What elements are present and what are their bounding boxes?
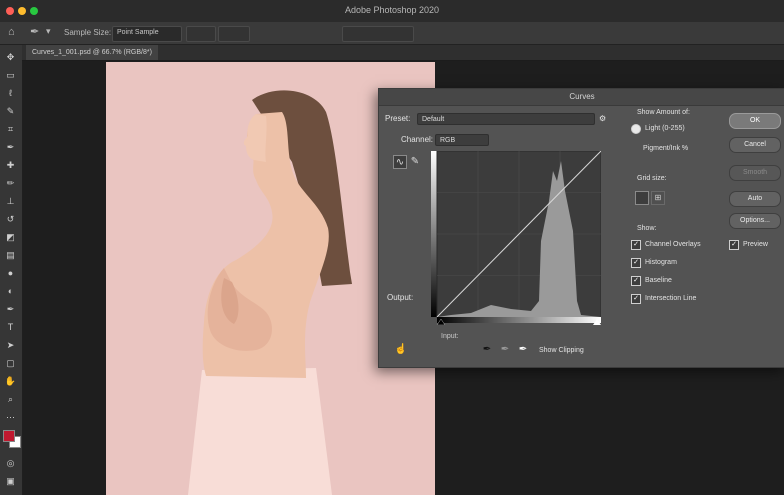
app-title: Adobe Photoshop 2020 [344, 5, 440, 15]
baseline-label: Baseline [645, 277, 672, 284]
black-point-eyedropper-icon[interactable]: ✒ [481, 343, 493, 355]
preset-label: Preset: [385, 114, 411, 123]
point-curve-icon[interactable]: ∿ [393, 155, 407, 169]
sample-size-select[interactable]: Point Sample [112, 26, 182, 42]
smooth-button[interactable]: Smooth [729, 165, 781, 181]
document-tab[interactable]: Curves_1_001.psd @ 66.7% (RGB/8*) [26, 45, 158, 60]
gradient-icon[interactable]: ▤ [4, 249, 17, 261]
quick-select-icon[interactable]: ✎ [4, 105, 17, 117]
intersection-line-row[interactable]: ✓ Intersection Line [631, 293, 696, 304]
channel-overlays-row[interactable]: ✓ Channel Overlays [631, 239, 701, 250]
history-brush-icon[interactable]: ↺ [4, 213, 17, 225]
baseline-row[interactable]: ✓ Baseline [631, 275, 672, 286]
show-label: Show: [637, 225, 657, 232]
target-adjust-icon[interactable]: ☝ [395, 343, 407, 355]
preview-label: Preview [743, 241, 768, 248]
ok-button[interactable]: OK [729, 113, 781, 129]
curves-dialog: Curves Preset: Default ⚙ Channel: RGB ∿ … [378, 88, 784, 368]
grid-size-label: Grid size: [637, 175, 667, 182]
pigment-option-label[interactable]: Pigment/Ink % [643, 145, 688, 152]
title-bar: Adobe Photoshop 2020 [0, 0, 784, 23]
histogram-checkbox[interactable]: ✓ [631, 257, 641, 268]
tools-panel: ✥ ▭ ℓ ✎ ⌗ ✒ ✚ ✏ ⊥ ↺ ◩ ▤ ● ◐ ✒ T ➤ ▢ ✋ ⌕ … [0, 45, 23, 495]
lasso-icon[interactable]: ℓ [4, 87, 17, 99]
preview-row[interactable]: ✓ Preview [729, 239, 768, 250]
light-option-label: Light (0-255) [645, 125, 685, 132]
preview-checkbox[interactable]: ✓ [729, 239, 739, 250]
crop-icon[interactable]: ⌗ [4, 123, 17, 135]
curves-graph[interactable] [431, 150, 602, 326]
auto-button[interactable]: Auto [729, 191, 781, 207]
histogram-row[interactable]: ✓ Histogram [631, 257, 677, 268]
document-tab-bar: Curves_1_001.psd @ 66.7% (RGB/8*) [22, 45, 784, 61]
healing-icon[interactable]: ✚ [4, 159, 17, 171]
brush-icon[interactable]: ✏ [4, 177, 17, 189]
channel-overlays-label: Channel Overlays [645, 241, 701, 248]
output-label: Output: [387, 293, 414, 302]
options-button[interactable]: Options... [729, 213, 781, 229]
light-radio[interactable] [631, 123, 641, 134]
home-icon[interactable]: ⌂ [8, 26, 15, 38]
dodge-icon[interactable]: ◐ [4, 285, 17, 297]
show-clipping-row[interactable]: Show Clipping [539, 345, 584, 356]
quick-mask-icon[interactable]: ◎ [4, 457, 17, 469]
foreground-color-swatch[interactable] [3, 430, 15, 442]
intersection-line-checkbox[interactable]: ✓ [631, 293, 641, 304]
type-icon[interactable]: T [4, 321, 17, 333]
baseline-checkbox[interactable]: ✓ [631, 275, 641, 286]
pencil-curve-icon[interactable]: ✎ [409, 155, 421, 167]
eyedropper-tool-icon: ✒ [30, 26, 40, 38]
preset-options-icon[interactable]: ⚙ [599, 114, 606, 123]
intersection-line-label: Intersection Line [645, 295, 697, 302]
chevron-down-icon[interactable]: ▾ [46, 26, 51, 37]
sample-size-value: Point Sample [117, 29, 159, 36]
blur-icon[interactable]: ● [4, 267, 17, 279]
preset-select[interactable]: Default [417, 113, 595, 125]
options-bar: ⌂ ✒ ▾ Sample Size: Point Sample [0, 22, 784, 45]
shape-icon[interactable]: ▢ [4, 357, 17, 369]
path-select-icon[interactable]: ➤ [4, 339, 17, 351]
more-tools-icon[interactable]: ⋯ [4, 411, 17, 423]
simple-grid-button[interactable] [635, 191, 649, 205]
move-icon[interactable]: ✥ [4, 51, 17, 63]
select-subject-button[interactable] [342, 26, 414, 42]
cancel-button[interactable]: Cancel [729, 137, 781, 153]
gray-point-eyedropper-icon[interactable]: ✒ [499, 343, 511, 355]
show-clipping-label: Show Clipping [539, 347, 584, 354]
channel-overlays-checkbox[interactable]: ✓ [631, 239, 641, 250]
curves-graph-svg [431, 150, 602, 326]
stamp-icon[interactable]: ⊥ [4, 195, 17, 207]
preset-value: Default [422, 116, 445, 123]
zoom-icon[interactable]: ⌕ [4, 393, 17, 405]
sample-size-label: Sample Size: [64, 28, 112, 37]
channel-label: Channel: [401, 135, 434, 144]
histogram-label: Histogram [645, 259, 677, 266]
channel-value: RGB [440, 137, 456, 144]
sample-select[interactable] [186, 26, 216, 42]
marquee-icon[interactable]: ▭ [4, 69, 17, 81]
detailed-grid-button[interactable]: ⊞ [651, 191, 665, 205]
sample-rings-toggle[interactable] [218, 26, 250, 42]
light-option-row[interactable]: Light (0-255) [631, 123, 685, 134]
channel-select[interactable]: RGB [435, 134, 489, 146]
pen-icon[interactable]: ✒ [4, 303, 17, 315]
screen-mode-icon[interactable]: ▣ [4, 475, 17, 487]
hand-icon[interactable]: ✋ [4, 375, 17, 387]
white-point-eyedropper-icon[interactable]: ✒ [517, 343, 529, 355]
dialog-title: Curves [379, 89, 784, 106]
eraser-icon[interactable]: ◩ [4, 231, 17, 243]
show-amount-label: Show Amount of: [637, 109, 690, 116]
eyedropper-icon[interactable]: ✒ [4, 141, 17, 153]
input-label: Input: [441, 333, 459, 340]
